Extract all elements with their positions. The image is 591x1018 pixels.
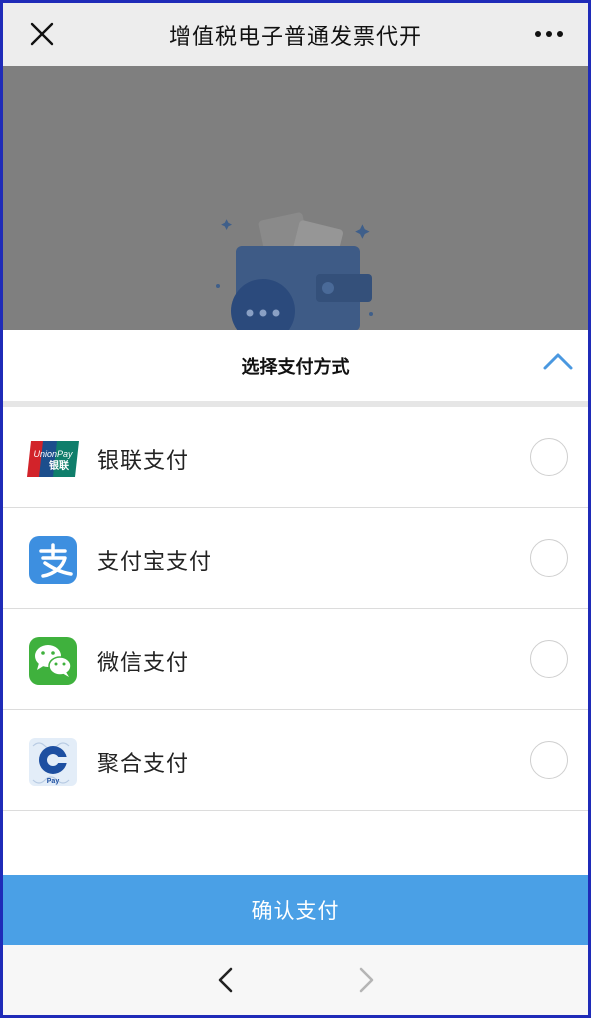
browser-bottom-bar xyxy=(3,945,588,1015)
top-navbar: 增值税电子普通发票代开 xyxy=(3,3,588,66)
ccb-pay-icon: Pay xyxy=(29,738,77,786)
confirm-payment-button[interactable]: 确认支付 xyxy=(3,875,588,945)
payment-option-unionpay[interactable]: UnionPay 银联 银联支付 xyxy=(3,407,588,508)
app-frame: 增值税电子普通发票代开 选择支付方式 UnionPay 银联 银联支付 支付宝支… xyxy=(0,0,591,1018)
payment-option-wechat[interactable]: 微信支付 xyxy=(3,609,588,710)
payment-sheet-header: 选择支付方式 xyxy=(3,330,588,401)
chevron-up-icon[interactable] xyxy=(542,350,574,372)
more-dots-icon[interactable] xyxy=(532,23,566,45)
wallet-icon xyxy=(216,212,373,330)
ccb-logo-text: Pay xyxy=(47,778,60,785)
payment-options-list: UnionPay 银联 银联支付 支付宝支付 微信支付 Pay 聚合支付 xyxy=(3,407,588,811)
chevron-right-icon[interactable] xyxy=(353,965,379,995)
radio-button[interactable] xyxy=(530,438,568,476)
payment-option-alipay[interactable]: 支付宝支付 xyxy=(3,508,588,609)
payment-option-label: 支付宝支付 xyxy=(97,550,213,575)
radio-button[interactable] xyxy=(530,741,568,779)
payment-option-label: 聚合支付 xyxy=(97,752,190,777)
payment-option-label: 银联支付 xyxy=(97,449,190,474)
unionpay-icon: UnionPay 银联 xyxy=(27,441,79,477)
payment-option-aggregate[interactable]: Pay 聚合支付 xyxy=(3,710,588,811)
svg-text:UnionPay: UnionPay xyxy=(33,449,73,459)
payment-option-label: 微信支付 xyxy=(97,651,190,676)
close-icon[interactable] xyxy=(25,17,59,51)
wechat-pay-icon xyxy=(29,637,77,685)
chevron-left-icon[interactable] xyxy=(213,965,239,995)
dimmed-backdrop xyxy=(3,66,588,330)
radio-button[interactable] xyxy=(530,539,568,577)
svg-text:银联: 银联 xyxy=(49,459,69,472)
page-title: 增值税电子普通发票代开 xyxy=(168,24,422,50)
alipay-icon xyxy=(29,536,77,584)
sheet-title: 选择支付方式 xyxy=(241,356,350,378)
radio-button[interactable] xyxy=(530,640,568,678)
